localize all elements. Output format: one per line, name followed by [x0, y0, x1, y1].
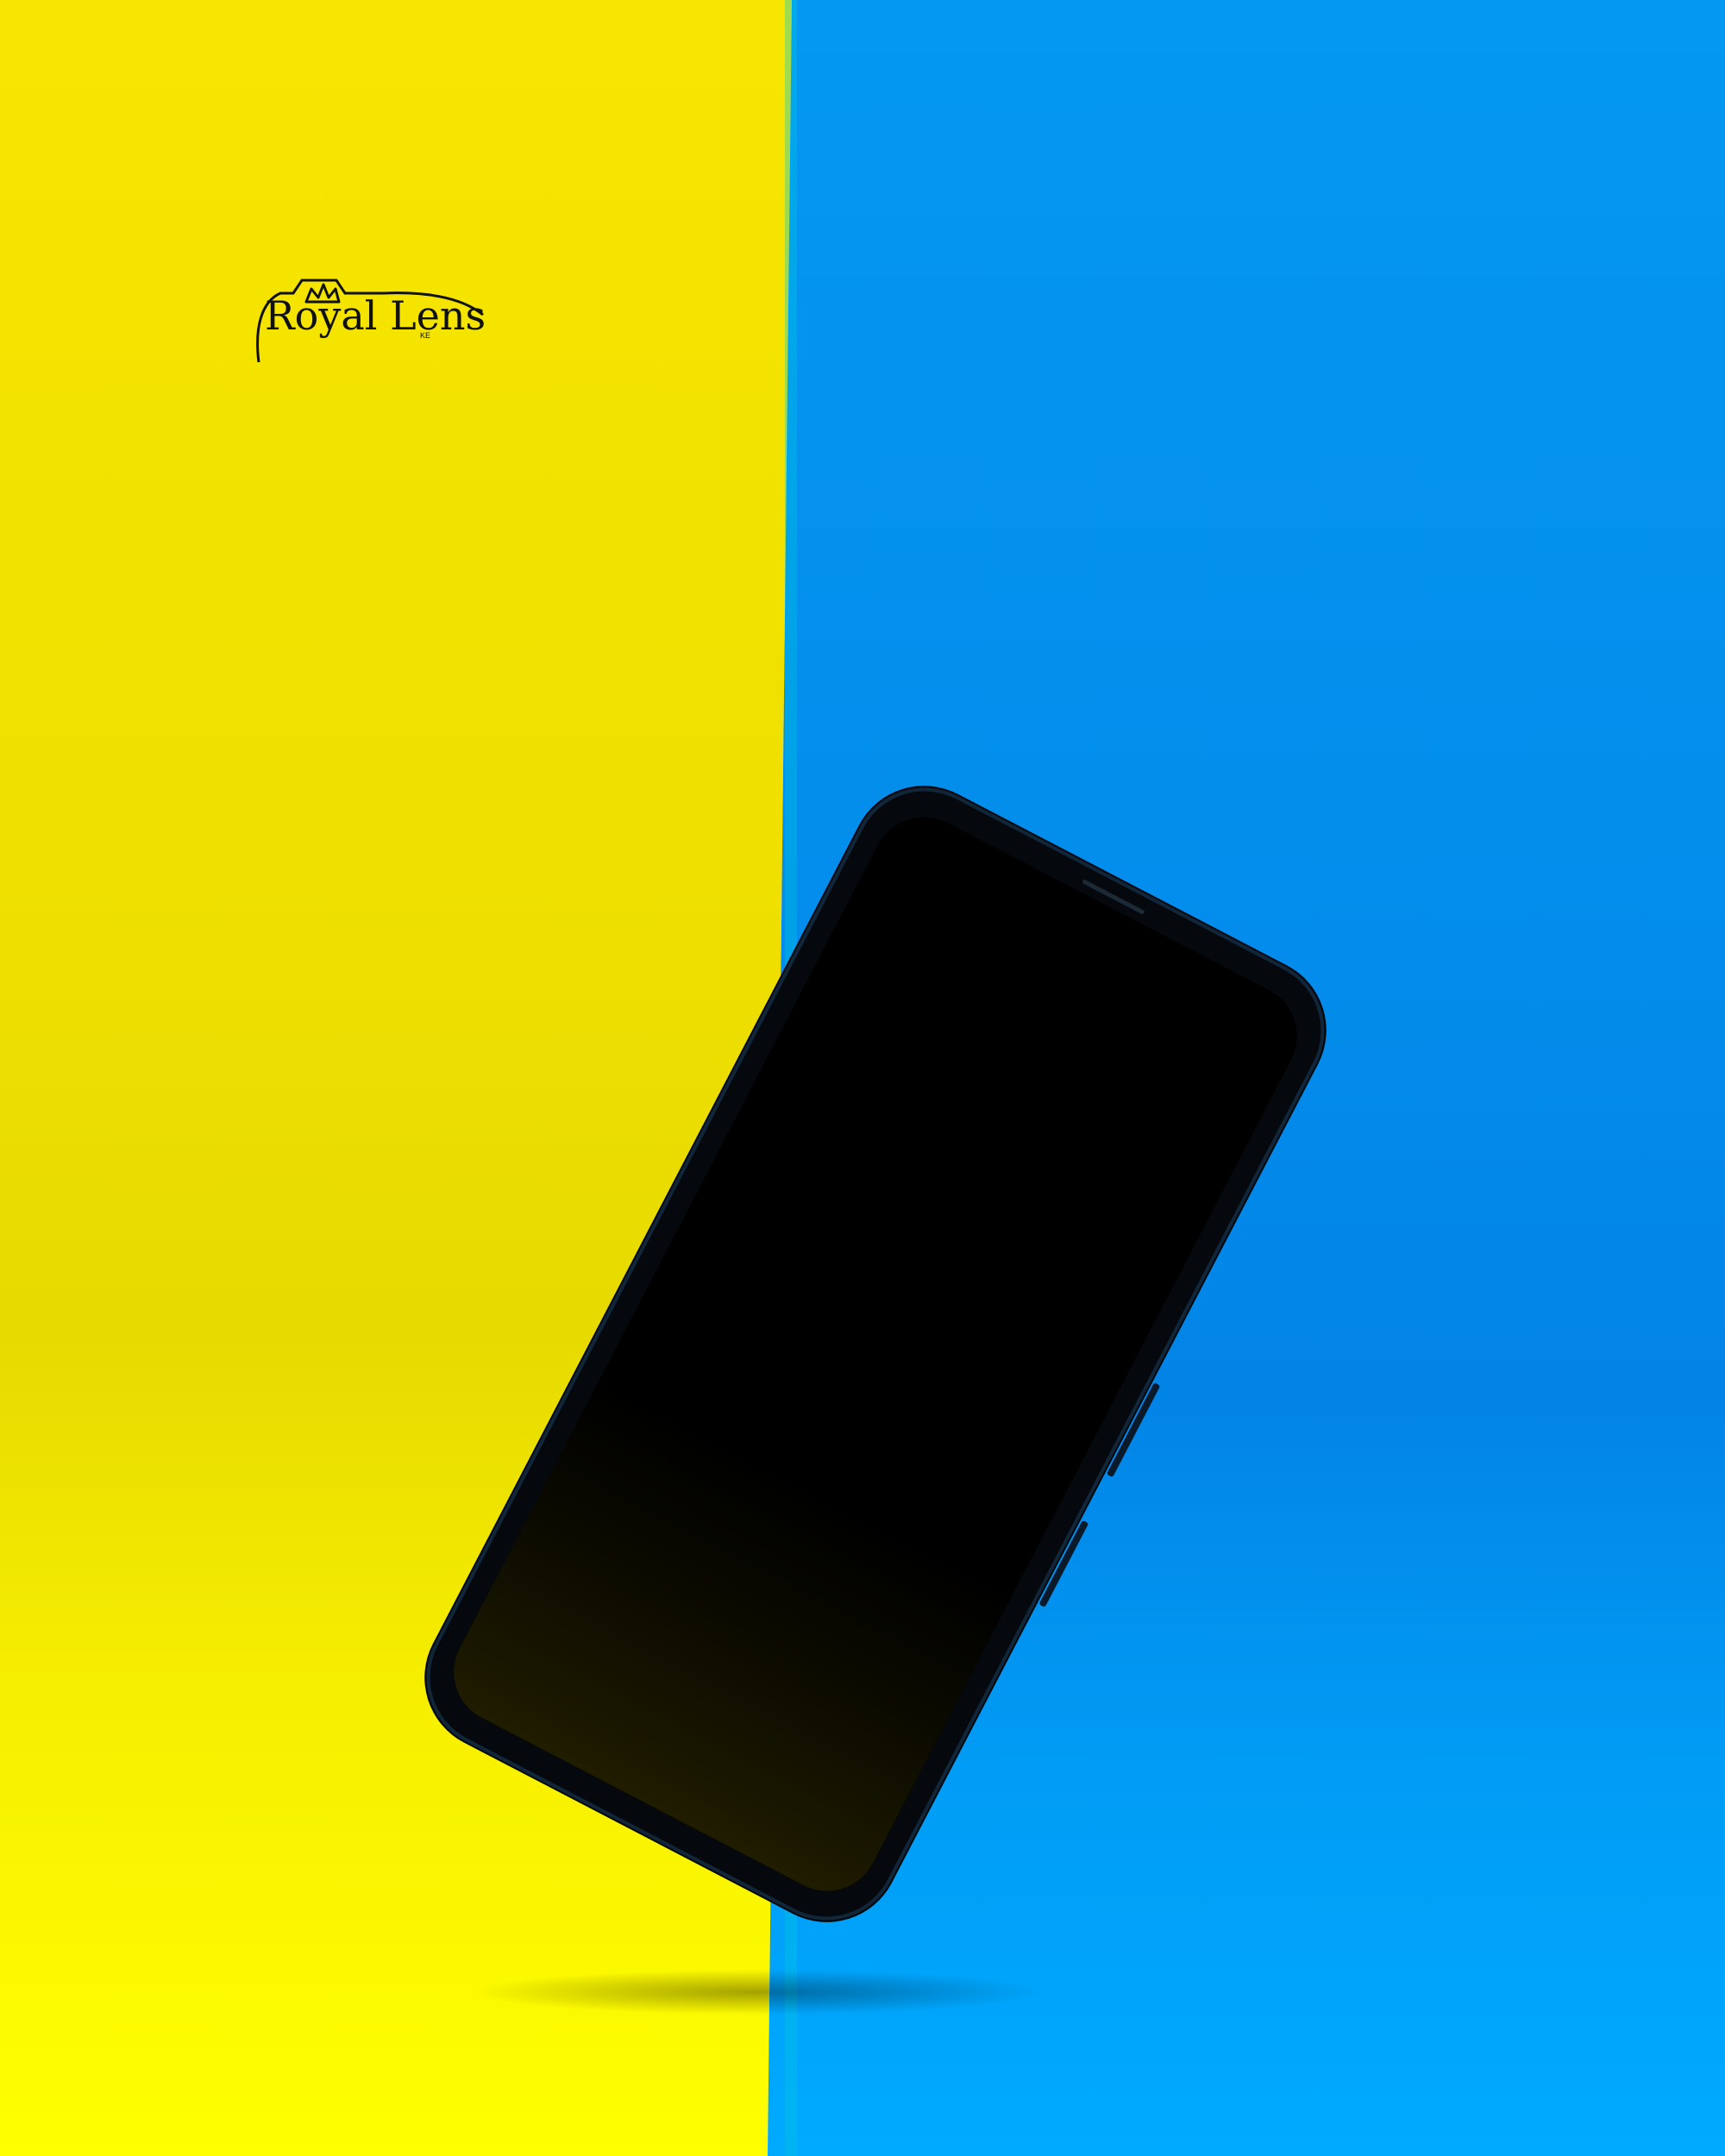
phone-shadow	[474, 1970, 1044, 2015]
watermark-suffix-text: KE	[420, 331, 430, 340]
product-photo: Royal Lens KE	[0, 0, 1725, 2156]
watermark-brand-text: Royal Lens	[265, 292, 486, 339]
